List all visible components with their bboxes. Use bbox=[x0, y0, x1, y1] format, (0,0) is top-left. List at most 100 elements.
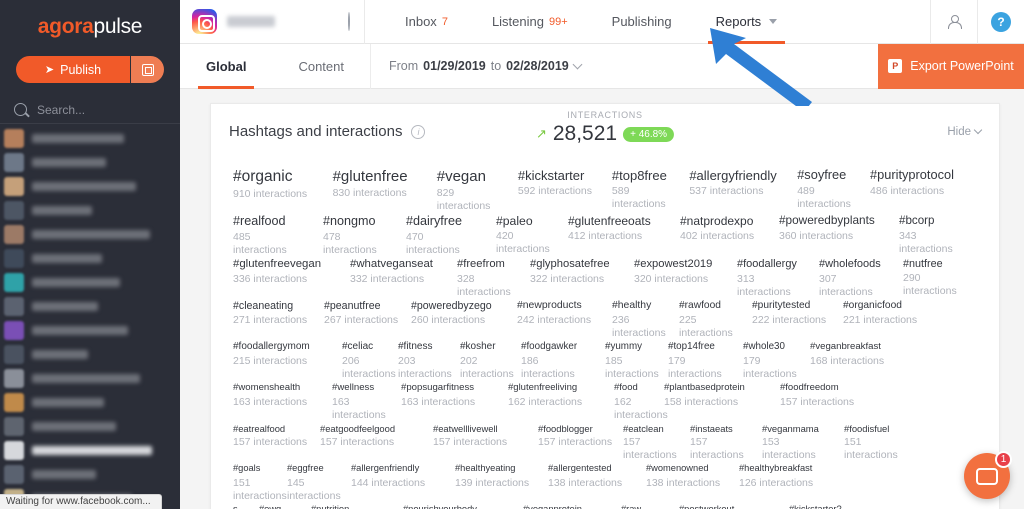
list-item[interactable] bbox=[0, 126, 180, 150]
hashtag-item[interactable]: #organic 910 interactions bbox=[233, 167, 333, 201]
hide-button[interactable]: Hide bbox=[947, 126, 983, 138]
hashtag-item[interactable]: #allergentested 138 interactions bbox=[548, 462, 646, 489]
profile-button[interactable] bbox=[931, 0, 977, 44]
hashtag-item[interactable]: #eatclean 157 interactions bbox=[623, 422, 690, 462]
hashtag-item[interactable]: #realfood 485 interactions bbox=[233, 213, 323, 257]
hashtag-item[interactable]: #puritytested 222 interactions bbox=[752, 299, 843, 327]
hashtag-item[interactable]: #top14free 179 interactions bbox=[668, 340, 743, 381]
info-icon[interactable]: i bbox=[411, 124, 426, 139]
hashtag-item[interactable]: #expowest2019 320 interactions bbox=[634, 257, 737, 286]
hashtag-item[interactable]: #veganprotein bbox=[523, 503, 621, 509]
list-item[interactable] bbox=[0, 198, 180, 222]
hashtag-item[interactable]: #raw bbox=[621, 503, 679, 509]
hashtag-item[interactable]: #poweredbyplants 360 interactions bbox=[779, 213, 899, 243]
hashtag-item[interactable]: #ewg bbox=[259, 503, 311, 509]
account-selector[interactable] bbox=[180, 0, 365, 44]
search-input[interactable] bbox=[37, 102, 180, 117]
hashtag-item[interactable]: #kosher 202 interactions bbox=[460, 340, 521, 381]
hashtag-item[interactable]: #instaeats 157 interactions bbox=[690, 422, 762, 462]
help-button[interactable]: ? bbox=[978, 0, 1024, 44]
hashtag-item[interactable]: #dairyfree 470 interactions bbox=[406, 213, 496, 257]
hashtag-item[interactable]: #foodisfuel 151 interactions bbox=[844, 422, 920, 462]
publish-button[interactable]: ➤ Publish bbox=[16, 56, 130, 83]
hashtag-item[interactable]: #plantbasedprotein 158 interactions bbox=[664, 381, 780, 409]
tab-content[interactable]: Content bbox=[272, 44, 370, 89]
publish-duplicate-button[interactable] bbox=[130, 56, 164, 83]
nav-item-listening[interactable]: Listening 99+ bbox=[470, 0, 590, 44]
hashtag-item[interactable]: #bcorp 343 interactions bbox=[899, 213, 965, 256]
hashtag-item[interactable]: #allergyfriendly 537 interactions bbox=[689, 167, 797, 198]
hashtag-item[interactable]: #eatwelllivewell 157 interactions bbox=[433, 422, 538, 449]
nav-item-reports[interactable]: Reports bbox=[694, 0, 800, 44]
hashtag-item[interactable]: #womenowned 138 interactions bbox=[646, 462, 739, 489]
list-item[interactable] bbox=[0, 222, 180, 246]
list-item[interactable] bbox=[0, 438, 180, 462]
list-item[interactable] bbox=[0, 150, 180, 174]
hashtag-item[interactable]: #vegan 829 interactions bbox=[437, 167, 518, 213]
hashtag-item[interactable]: #foodblogger 157 interactions bbox=[538, 422, 623, 449]
hashtag-item[interactable]: #kickstarter 592 interactions bbox=[518, 167, 612, 198]
hashtag-item[interactable]: #eatrealfood 157 interactions bbox=[233, 422, 320, 449]
hashtag-item[interactable]: #peanutfree 267 interactions bbox=[324, 299, 411, 328]
hashtag-item[interactable]: #top8free 589 interactions bbox=[612, 167, 689, 211]
hashtag-item[interactable]: #wholefoods 307 interactions bbox=[819, 257, 903, 299]
hashtag-item[interactable]: #foodgawker 186 interactions bbox=[521, 340, 605, 381]
hashtag-item[interactable]: #natprodexpo 402 interactions bbox=[680, 213, 779, 243]
hashtag-item[interactable]: s bbox=[233, 503, 259, 509]
list-item[interactable] bbox=[0, 342, 180, 366]
nav-item-publishing[interactable]: Publishing bbox=[590, 0, 694, 44]
export-powerpoint-button[interactable]: P Export PowerPoint bbox=[878, 43, 1024, 89]
list-item[interactable] bbox=[0, 390, 180, 414]
hashtag-item[interactable]: #freefrom 328 interactions bbox=[457, 257, 530, 299]
hashtag-item[interactable]: #healthyeating 139 interactions bbox=[455, 462, 548, 489]
list-item[interactable] bbox=[0, 174, 180, 198]
hashtag-item[interactable]: #wellness 163 interactions bbox=[332, 381, 401, 422]
nav-item-inbox[interactable]: Inbox 7 bbox=[383, 0, 470, 44]
hashtag-item[interactable]: #poweredbyzego 260 interactions bbox=[411, 299, 517, 328]
hashtag-item[interactable]: #glutenfreeoats 412 interactions bbox=[568, 213, 680, 243]
hashtag-item[interactable]: #womenshealth 163 interactions bbox=[233, 381, 332, 409]
hashtag-item[interactable]: #foodallergymom 215 interactions bbox=[233, 340, 342, 368]
hashtag-item[interactable]: #healthy 236 interactions bbox=[612, 299, 679, 340]
hashtag-item[interactable]: #veganmama 153 interactions bbox=[762, 422, 844, 462]
hashtag-item[interactable]: #foodallergy 313 interactions bbox=[737, 257, 819, 299]
account-settings-button[interactable] bbox=[348, 11, 350, 31]
hashtag-item[interactable]: #glutenfreevegan 336 interactions bbox=[233, 257, 350, 286]
hashtag-item[interactable]: #veganbreakfast 168 interactions bbox=[810, 340, 913, 368]
hashtag-item[interactable]: #paleo 420 interactions bbox=[496, 213, 568, 256]
hashtag-item[interactable]: #whatveganseat 332 interactions bbox=[350, 257, 457, 286]
hashtag-item[interactable]: #kickstarter? bbox=[789, 503, 879, 509]
hashtag-item[interactable]: #nutrition bbox=[311, 503, 403, 509]
list-item[interactable] bbox=[0, 246, 180, 270]
hashtag-item[interactable]: #healthybreakfast 126 interactions bbox=[739, 462, 847, 489]
list-item[interactable] bbox=[0, 462, 180, 486]
hashtag-item[interactable]: #foodfreedom 157 interactions bbox=[780, 381, 870, 409]
hashtag-item[interactable]: #purityprotocol 486 interactions bbox=[870, 167, 977, 198]
hashtag-item[interactable]: #glutenfreeliving 162 interactions bbox=[508, 381, 614, 409]
sidebar-search[interactable] bbox=[0, 96, 180, 124]
list-item[interactable] bbox=[0, 270, 180, 294]
hashtag-item[interactable]: #rawfood 225 interactions bbox=[679, 299, 752, 340]
list-item[interactable] bbox=[0, 414, 180, 438]
logo[interactable]: agorapulse bbox=[0, 0, 180, 44]
hashtag-item[interactable]: #whole30 179 interactions bbox=[743, 340, 810, 381]
date-range-picker[interactable]: From 01/29/2019 to 02/28/2019 bbox=[371, 59, 599, 73]
list-item[interactable] bbox=[0, 318, 180, 342]
hashtag-item[interactable]: #newproducts 242 interactions bbox=[517, 299, 612, 327]
hashtag-item[interactable]: #popsugarfitness 163 interactions bbox=[401, 381, 508, 409]
hashtag-item[interactable]: #celiac 206 interactions bbox=[342, 340, 398, 381]
list-item[interactable] bbox=[0, 294, 180, 318]
hashtag-item[interactable]: #nongmo 478 interactions bbox=[323, 213, 406, 257]
hashtag-item[interactable]: #food 162 interactions bbox=[614, 381, 668, 422]
hashtag-item[interactable]: #glutenfree 830 interactions bbox=[333, 167, 437, 200]
hashtag-item[interactable]: #glyphosatefree 322 interactions bbox=[530, 257, 634, 286]
hashtag-item[interactable]: #yummy 185 interactions bbox=[605, 340, 668, 381]
hashtag-item[interactable]: #organicfood 221 interactions bbox=[843, 299, 931, 327]
hashtag-item[interactable]: #goals 151 interactions bbox=[233, 462, 287, 502]
hashtag-item[interactable]: #soyfree 489 interactions bbox=[797, 167, 870, 211]
hashtag-item[interactable]: #nutfree 290 interactions bbox=[903, 257, 967, 299]
list-item[interactable] bbox=[0, 366, 180, 390]
hashtag-item[interactable]: #cleaneating 271 interactions bbox=[233, 299, 324, 328]
tab-global[interactable]: Global bbox=[180, 44, 272, 89]
hashtag-item[interactable]: #fitness 203 interactions bbox=[398, 340, 460, 381]
